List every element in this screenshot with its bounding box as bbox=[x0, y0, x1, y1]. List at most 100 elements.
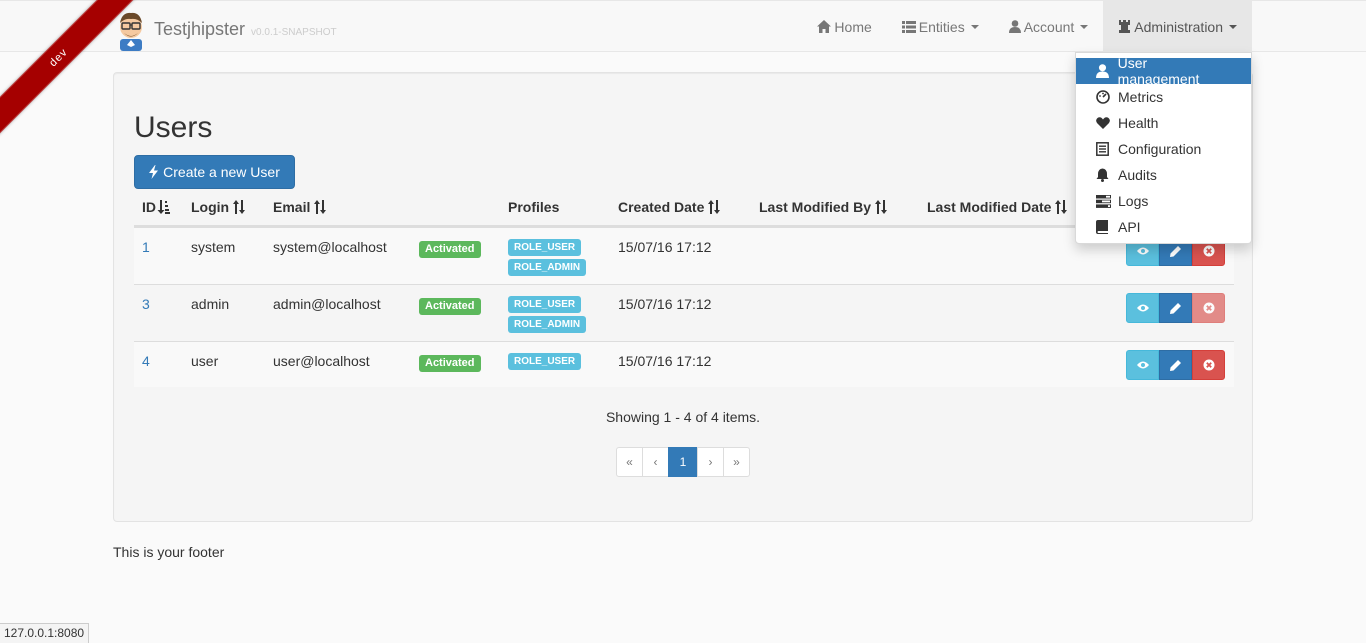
user-login: admin bbox=[191, 296, 230, 312]
header-lmb-label: Last Modified By bbox=[759, 199, 872, 215]
delete-button-disabled[interactable] bbox=[1192, 293, 1225, 323]
status-cell: Activated bbox=[419, 296, 481, 315]
ribbon-label: dev bbox=[0, 0, 145, 144]
menu-configuration[interactable]: Configuration bbox=[1076, 136, 1251, 162]
table-row: 4 user user@localhost Activated ROLE_USE… bbox=[134, 341, 1234, 387]
navbar: Testjhipster v0.0.1-SNAPSHOT Home Entiti… bbox=[0, 0, 1366, 52]
caret-down-icon bbox=[970, 24, 979, 29]
menu-label: User management bbox=[1117, 55, 1200, 87]
flash-icon bbox=[149, 165, 159, 179]
nav-entities[interactable]: Entities bbox=[887, 1, 994, 52]
sort-icon bbox=[875, 200, 888, 214]
user-email: user@localhost bbox=[273, 353, 370, 369]
menu-api[interactable]: API bbox=[1076, 214, 1251, 240]
row-actions bbox=[1126, 350, 1225, 380]
user-email: admin@localhost bbox=[273, 296, 381, 312]
menu-logs[interactable]: Logs bbox=[1076, 188, 1251, 214]
brand-name: Testjhipster bbox=[154, 19, 246, 39]
header-lmd-label: Last Modified Date bbox=[927, 199, 1052, 215]
role-badge: ROLE_USER bbox=[508, 239, 582, 256]
footer-text: This is your footer bbox=[113, 544, 225, 560]
pencil-icon bbox=[1170, 302, 1181, 314]
menu-label: Health bbox=[1118, 115, 1159, 131]
remove-circle-icon bbox=[1203, 245, 1214, 257]
menu-user-management[interactable]: User management bbox=[1076, 55, 1251, 87]
menu-label: API bbox=[1118, 219, 1141, 235]
tasks-icon bbox=[1096, 194, 1111, 208]
list-alt-icon bbox=[1096, 142, 1109, 156]
tower-icon bbox=[1119, 20, 1131, 33]
header-login[interactable]: Login bbox=[191, 199, 246, 215]
table-row: 1 system system@localhost Activated ROLE… bbox=[134, 227, 1234, 284]
user-id-link[interactable]: 3 bbox=[142, 296, 150, 312]
header-last-modified-by[interactable]: Last Modified By bbox=[759, 199, 888, 215]
eye-icon bbox=[1136, 247, 1149, 255]
user-login: user bbox=[191, 353, 219, 369]
user-id-link[interactable]: 1 bbox=[142, 239, 150, 255]
nav-account-label: Account bbox=[1023, 18, 1075, 35]
nav-home-label: Home bbox=[834, 18, 872, 35]
page-current[interactable]: 1 bbox=[668, 447, 698, 477]
create-user-label: Create a new User bbox=[163, 164, 280, 180]
edit-button[interactable] bbox=[1159, 293, 1192, 323]
eye-icon bbox=[1136, 304, 1149, 312]
page-first[interactable]: « bbox=[616, 447, 643, 477]
browser-status-url: 127.0.0.1:8080 bbox=[0, 623, 90, 643]
row-actions bbox=[1126, 293, 1225, 323]
dev-ribbon: dev bbox=[0, 0, 150, 150]
role-badge: ROLE_ADMIN bbox=[508, 316, 587, 333]
delete-button[interactable] bbox=[1192, 350, 1225, 380]
user-icon bbox=[1096, 64, 1109, 78]
menu-metrics[interactable]: Metrics bbox=[1076, 84, 1251, 110]
create-user-button[interactable]: Create a new User bbox=[134, 155, 295, 189]
status-cell: Activated bbox=[419, 239, 481, 258]
activated-badge[interactable]: Activated bbox=[419, 241, 481, 258]
pencil-icon bbox=[1170, 245, 1181, 257]
header-login-label: Login bbox=[191, 199, 230, 215]
top-nav: Home Entities Account Administration bbox=[802, 1, 1366, 53]
view-button[interactable] bbox=[1126, 350, 1159, 380]
header-id[interactable]: ID bbox=[142, 199, 170, 215]
nav-account[interactable]: Account bbox=[994, 1, 1104, 52]
header-created-date[interactable]: Created Date bbox=[618, 199, 721, 215]
th-list-icon bbox=[901, 20, 916, 33]
user-email: system@localhost bbox=[273, 239, 387, 255]
header-profiles-label: Profiles bbox=[508, 199, 560, 215]
header-email-label: Email bbox=[273, 199, 311, 215]
table-header: ID Login Email Profiles Created Date Las… bbox=[134, 193, 1234, 227]
roles-cell: ROLE_USER ROLE_ADMIN bbox=[508, 296, 587, 336]
pagination: « ‹ 1 › » bbox=[616, 447, 750, 477]
user-login: system bbox=[191, 239, 236, 255]
remove-circle-icon bbox=[1203, 359, 1214, 371]
menu-label: Logs bbox=[1118, 193, 1149, 209]
user-icon bbox=[1008, 20, 1021, 33]
header-email[interactable]: Email bbox=[273, 199, 327, 215]
view-button[interactable] bbox=[1126, 293, 1159, 323]
role-badge: ROLE_USER bbox=[508, 296, 582, 313]
header-last-modified-date[interactable]: Last Modified Date bbox=[927, 199, 1068, 215]
menu-health[interactable]: Health bbox=[1076, 110, 1251, 136]
sort-icon bbox=[1055, 200, 1068, 214]
sort-by-attributes-icon bbox=[157, 200, 170, 214]
edit-button[interactable] bbox=[1159, 350, 1192, 380]
activated-badge[interactable]: Activated bbox=[419, 298, 481, 315]
activated-badge[interactable]: Activated bbox=[419, 355, 481, 372]
page-last[interactable]: » bbox=[723, 447, 750, 477]
nav-administration[interactable]: Administration bbox=[1103, 1, 1252, 52]
page-prev[interactable]: ‹ bbox=[642, 447, 669, 477]
created-date: 15/07/16 17:12 bbox=[618, 353, 712, 369]
book-icon bbox=[1096, 220, 1108, 234]
menu-audits[interactable]: Audits bbox=[1076, 162, 1251, 188]
role-badge: ROLE_ADMIN bbox=[508, 259, 587, 276]
menu-label: Configuration bbox=[1118, 141, 1202, 157]
nav-home[interactable]: Home bbox=[802, 1, 886, 52]
sort-icon bbox=[233, 200, 246, 214]
status-cell: Activated bbox=[419, 353, 481, 372]
role-badge: ROLE_USER bbox=[508, 353, 582, 370]
user-id-link[interactable]: 4 bbox=[142, 353, 150, 369]
created-date: 15/07/16 17:12 bbox=[618, 296, 712, 312]
sort-icon bbox=[708, 200, 721, 214]
page-next[interactable]: › bbox=[697, 447, 724, 477]
caret-down-icon bbox=[1080, 24, 1089, 29]
caret-down-icon bbox=[1229, 24, 1237, 29]
